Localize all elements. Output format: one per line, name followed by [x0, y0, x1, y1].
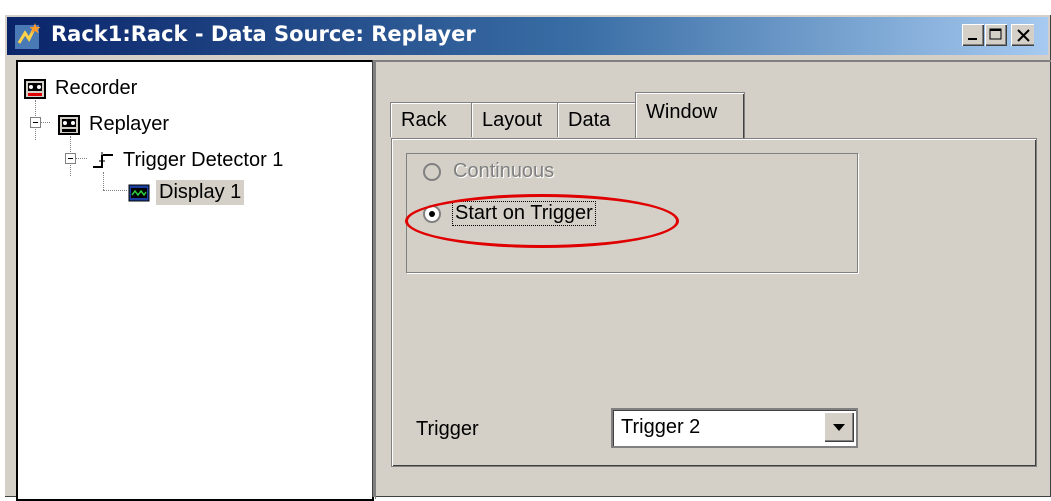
tree-item-display-1[interactable]: Display 1 — [128, 180, 245, 205]
radio-button-continuous[interactable] — [423, 162, 441, 181]
radio-button-start-on-trigger[interactable] — [423, 204, 441, 223]
properties-pane: Rack Layout Data Window Continuous Start… — [375, 60, 1051, 499]
close-button[interactable] — [1011, 24, 1034, 46]
app-icon — [13, 21, 43, 51]
tree-item-label: Trigger Detector 1 — [123, 149, 284, 171]
minimize-button[interactable] — [962, 24, 984, 46]
tree-connector — [75, 158, 87, 159]
tree-item-replayer[interactable]: Replayer — [58, 112, 172, 137]
tree-connector — [103, 172, 104, 190]
properties-window: Rack1:Rack - Data Source: Replayer Recor — [4, 14, 1051, 501]
close-icon — [1017, 29, 1030, 42]
collapse-toggle-replayer[interactable] — [30, 117, 41, 128]
trigger-label: Trigger — [416, 418, 479, 440]
window-title: Rack1:Rack - Data Source: Replayer — [51, 22, 476, 46]
maximize-button[interactable] — [985, 24, 1007, 46]
tree-connector — [103, 190, 127, 191]
start-mode-group: Continuous Start on Trigger — [405, 153, 858, 273]
trigger-select[interactable]: Trigger 2 — [611, 408, 858, 448]
maximize-icon — [989, 28, 1002, 40]
tab-rack[interactable]: Rack — [390, 102, 473, 137]
replayer-icon — [58, 114, 80, 135]
minimize-icon — [968, 38, 977, 40]
tab-layout[interactable]: Layout — [471, 102, 559, 137]
recorder-icon — [24, 78, 46, 99]
tree-item-label: Recorder — [55, 77, 138, 99]
tree-item-label: Replayer — [89, 113, 170, 135]
tree-connector — [40, 122, 50, 123]
radio-label-start-on-trigger: Start on Trigger — [452, 201, 596, 226]
window-tab-panel: Continuous Start on Trigger Trigger Trig… — [391, 138, 1037, 467]
radio-continuous[interactable]: Continuous — [423, 160, 554, 183]
collapse-toggle-trigger-detector[interactable] — [65, 153, 76, 164]
tree-item-recorder[interactable]: Recorder — [24, 76, 140, 101]
chevron-down-icon[interactable] — [824, 412, 854, 442]
trigger-detector-icon — [93, 151, 113, 168]
tab-window[interactable]: Window — [635, 92, 745, 138]
tab-data[interactable]: Data — [557, 102, 637, 137]
title-bar[interactable]: Rack1:Rack - Data Source: Replayer — [7, 17, 1048, 55]
trigger-select-value: Trigger 2 — [621, 416, 701, 438]
rack-tree-view[interactable]: Recorder Replayer Trigger Detector 1 Dis… — [16, 60, 374, 501]
radio-label-continuous: Continuous — [453, 160, 555, 182]
tree-item-label: Display 1 — [156, 180, 245, 205]
radio-start-on-trigger[interactable]: Start on Trigger — [423, 201, 596, 226]
tree-item-trigger-detector-1[interactable]: Trigger Detector 1 — [92, 148, 286, 173]
display-icon — [128, 184, 150, 201]
